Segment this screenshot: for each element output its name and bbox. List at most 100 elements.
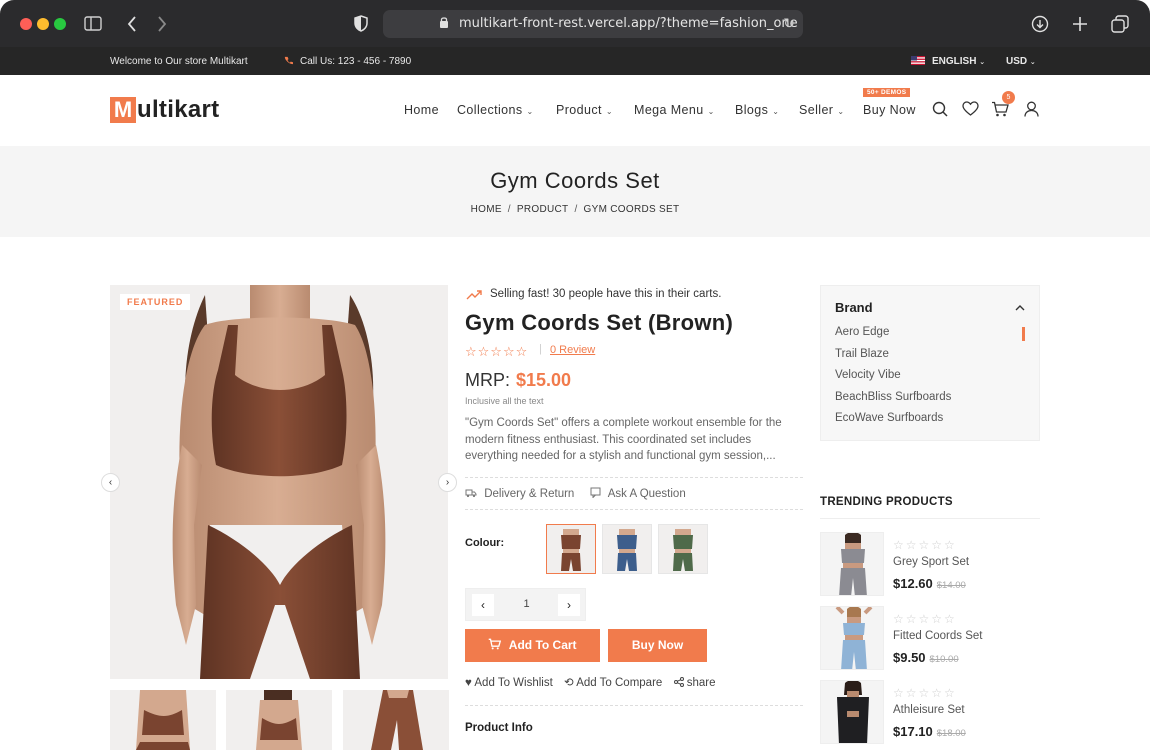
nav-label: Buy Now <box>863 103 916 117</box>
breadcrumb-current: GYM COORDS SET <box>583 204 680 215</box>
demos-badge: 50+ DEMOS <box>863 88 911 97</box>
fitted-coords-set-image <box>835 607 873 669</box>
nav-label: Collections <box>457 103 523 117</box>
quantity-stepper: ‹ 1 › <box>465 588 586 621</box>
site-logo[interactable]: M ultikart <box>110 96 219 124</box>
featured-badge: FEATURED <box>120 294 191 310</box>
product-actions: ♥ Add To Wishlist ⟲ Add To Compare share <box>465 675 715 689</box>
currency-label: USD <box>1006 56 1028 67</box>
question-icon <box>590 487 601 499</box>
nav-product[interactable]: Product ⌄ <box>556 103 613 117</box>
phone-icon <box>284 56 293 65</box>
trending-product-image[interactable] <box>820 680 884 744</box>
nav-label: Seller <box>799 103 834 117</box>
nav-collections[interactable]: Collections ⌄ <box>457 103 534 117</box>
new-tab-icon[interactable] <box>1072 16 1088 32</box>
trending-product-name[interactable]: Fitted Coords Set <box>893 630 982 642</box>
tab-overview-icon[interactable] <box>1111 15 1129 33</box>
brand-list-scrollbar[interactable] <box>1022 327 1025 341</box>
page-title: Gym Coords Set <box>490 168 660 193</box>
rating-stars: ☆☆☆☆☆ <box>893 612 957 626</box>
site-header: M ultikart Home Collections ⌄ Product ⌄ Me… <box>0 75 1150 146</box>
ask-question-link[interactable]: Ask A Question <box>608 488 686 500</box>
language-selector[interactable]: ENGLISH ⌄ <box>932 56 985 67</box>
nav-label: Home <box>404 103 439 117</box>
logo-mark: M <box>110 97 136 123</box>
add-to-compare-link[interactable]: ⟲ Add To Compare <box>564 677 662 689</box>
wishlist-heart-icon[interactable] <box>962 101 979 116</box>
brand-option[interactable]: Trail Blaze <box>835 348 889 360</box>
logo-text: ultikart <box>137 96 220 123</box>
back-icon[interactable] <box>127 16 137 32</box>
swatch-image <box>561 529 581 571</box>
chevron-down-icon: ⌄ <box>526 107 534 116</box>
nav-home[interactable]: Home <box>404 103 439 117</box>
compare-label: Add To Compare <box>576 677 663 689</box>
thumbnail-3[interactable] <box>343 690 449 750</box>
trending-product-image[interactable] <box>820 606 884 670</box>
lock-icon <box>440 17 448 28</box>
share-icon <box>673 677 684 687</box>
nav-seller[interactable]: Seller ⌄ <box>799 103 844 117</box>
brand-option[interactable]: Aero Edge <box>835 326 889 338</box>
breadcrumb-home[interactable]: HOME <box>471 204 502 215</box>
gallery-prev-button[interactable]: ‹ <box>101 473 120 492</box>
maximize-window-button[interactable] <box>54 18 66 30</box>
review-link[interactable]: 0 Review <box>550 344 595 356</box>
trending-product-name[interactable]: Grey Sport Set <box>893 556 969 568</box>
buy-now-button[interactable]: Buy Now <box>608 629 707 662</box>
user-account-icon[interactable] <box>1024 101 1039 117</box>
athleisure-set-image <box>837 681 869 743</box>
brand-option[interactable]: BeachBliss Surfboards <box>835 391 951 403</box>
wishlist-label: Add To Wishlist <box>474 677 553 689</box>
close-window-button[interactable] <box>20 18 32 30</box>
cart-icon <box>489 638 502 650</box>
brand-option[interactable]: EcoWave Surfboards <box>835 412 943 424</box>
main-product-image[interactable]: FEATURED <box>110 285 448 679</box>
share-link[interactable]: share <box>673 677 715 689</box>
nav-buy-now[interactable]: Buy Now <box>863 103 916 117</box>
minimize-window-button[interactable] <box>37 18 49 30</box>
thumbnail-1[interactable] <box>110 690 216 750</box>
price-original: $18.00 <box>936 728 966 739</box>
swatch-image <box>617 529 637 571</box>
shield-icon[interactable] <box>354 15 368 32</box>
search-icon[interactable] <box>932 101 948 117</box>
delivery-return-link[interactable]: Delivery & Return <box>484 488 574 500</box>
trending-product-price: $9.50 $10.00 <box>893 650 959 665</box>
call-us-text: Call Us: 123 - 456 - 7890 <box>300 56 412 67</box>
trending-product-name[interactable]: Athleisure Set <box>893 704 965 716</box>
thumbnail-image <box>371 690 423 750</box>
reload-icon[interactable]: ↻ <box>783 15 795 32</box>
truck-icon <box>465 489 477 498</box>
trending-products-heading: TRENDING PRODUCTS <box>820 496 953 508</box>
colour-label: Colour: <box>465 537 505 549</box>
quantity-increase-button[interactable]: › <box>558 594 580 616</box>
thumbnail-2[interactable] <box>226 690 332 750</box>
gallery-next-button[interactable]: › <box>438 473 457 492</box>
colour-option-green[interactable] <box>658 524 708 574</box>
info-links: Delivery & Return Ask A Question <box>465 487 686 500</box>
nav-blogs[interactable]: Blogs ⌄ <box>735 103 779 117</box>
trending-up-icon <box>466 290 482 300</box>
trending-product-image[interactable] <box>820 532 884 596</box>
forward-icon[interactable] <box>157 16 167 32</box>
currency-selector[interactable]: USD ⌄ <box>1006 56 1036 67</box>
swatch-image <box>673 529 693 571</box>
brand-filter-title: Brand <box>835 300 873 315</box>
breadcrumb-product[interactable]: PRODUCT <box>517 204 569 215</box>
add-to-wishlist-link[interactable]: ♥ Add To Wishlist <box>465 677 553 689</box>
nav-mega-menu[interactable]: Mega Menu ⌄ <box>634 103 715 117</box>
top-info-bar: Welcome to Our store Multikart Call Us: … <box>0 47 1150 75</box>
address-bar[interactable]: multikart-front-rest.vercel.app/?theme=f… <box>383 10 803 38</box>
brand-option[interactable]: Velocity Vibe <box>835 369 901 381</box>
sidebar-toggle-icon[interactable] <box>84 16 102 31</box>
brand-filter-panel: Brand Aero Edge Trail Blaze Velocity Vib… <box>820 285 1040 441</box>
downloads-icon[interactable] <box>1031 15 1049 33</box>
add-to-cart-button[interactable]: Add To Cart <box>465 629 600 662</box>
product-info-heading[interactable]: Product Info <box>465 722 533 734</box>
colour-option-blue[interactable] <box>602 524 652 574</box>
chevron-up-icon[interactable] <box>1015 305 1025 311</box>
colour-option-brown[interactable] <box>546 524 596 574</box>
rating-stars: ☆☆☆☆☆ <box>465 344 529 359</box>
